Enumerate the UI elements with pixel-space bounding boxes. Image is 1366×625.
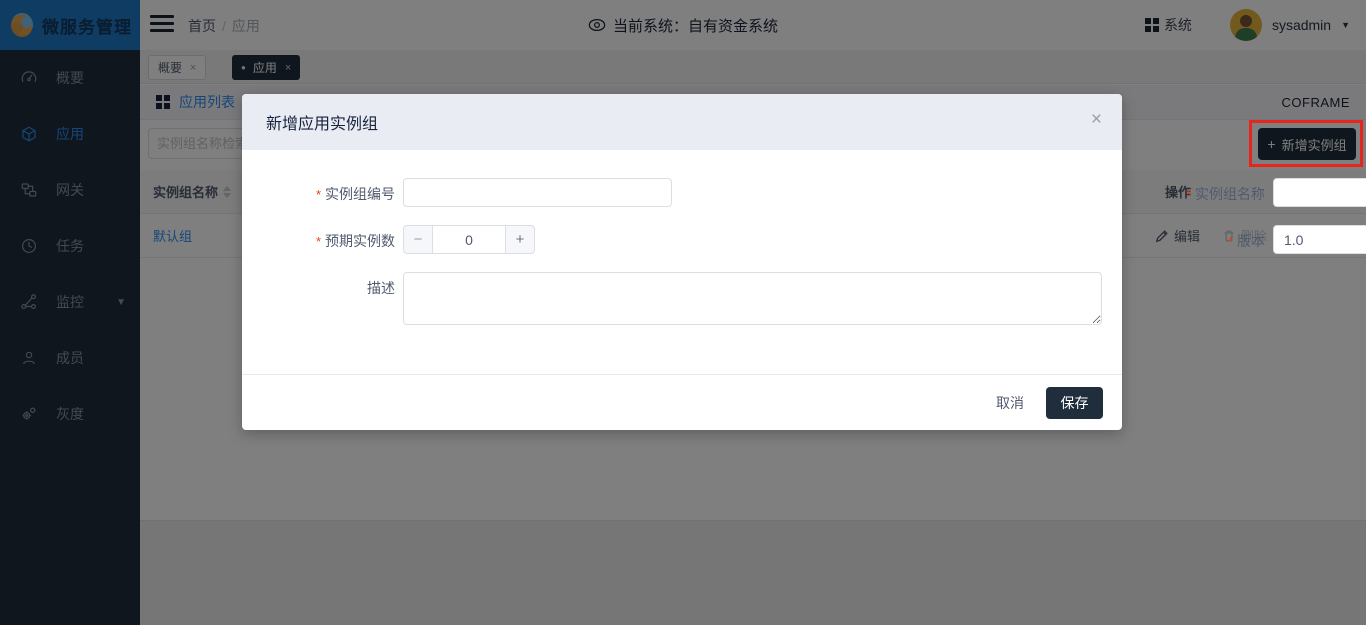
field-label-code: *实例组编号 xyxy=(242,184,395,204)
version-input[interactable] xyxy=(1273,225,1366,254)
field-label-version: *版本 xyxy=(1112,231,1265,251)
required-mark: * xyxy=(316,187,321,202)
close-icon[interactable]: × xyxy=(1091,110,1102,129)
modal-header: 新增应用实例组 × xyxy=(242,94,1122,150)
new-instance-group-modal: 新增应用实例组 × *实例组编号 *实例组名称 *预期实例数 xyxy=(242,94,1122,430)
app-window: 微服务管理 首页/应用 当前系统：自有资金系统 系统 sysadmin ▼ xyxy=(0,0,1366,625)
save-button[interactable]: 保存 xyxy=(1046,387,1103,419)
required-mark: * xyxy=(316,234,321,249)
required-mark: * xyxy=(1186,187,1191,202)
instance-group-name-input[interactable] xyxy=(1273,178,1366,207)
expected-instances-stepper: − + xyxy=(403,225,535,254)
decrement-button[interactable]: − xyxy=(403,225,433,254)
expected-instances-input[interactable] xyxy=(433,225,505,254)
modal-footer: 取消 保存 xyxy=(242,374,1122,430)
description-textarea[interactable] xyxy=(403,272,1102,325)
field-label-expected: *预期实例数 xyxy=(242,231,395,251)
field-label-name: *实例组名称 xyxy=(1112,184,1265,204)
required-mark: * xyxy=(1228,234,1233,249)
cancel-button[interactable]: 取消 xyxy=(996,393,1024,413)
modal-body: *实例组编号 *实例组名称 *预期实例数 − + xyxy=(242,150,1122,374)
modal-title: 新增应用实例组 xyxy=(266,110,378,134)
instance-group-code-input[interactable] xyxy=(403,178,672,207)
field-label-description: 描述 xyxy=(242,278,395,298)
increment-button[interactable]: + xyxy=(505,225,535,254)
